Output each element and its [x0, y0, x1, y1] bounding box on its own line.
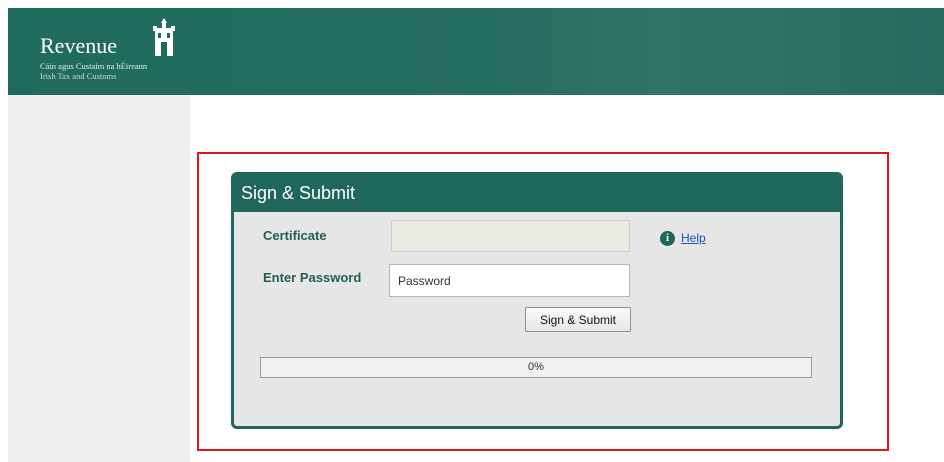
password-label: Enter Password: [263, 270, 362, 285]
certificate-label: Certificate: [263, 228, 327, 243]
site-header: Revenue Cáin agus Custaim na hÉireann Ir…: [8, 8, 944, 95]
brand-subtitle-irish: Cáin agus Custaim na hÉireann: [40, 61, 148, 71]
sign-submit-panel: Sign & Submit Certificate i Help Enter P…: [231, 172, 843, 429]
brand-subtitle-english: Irish Tax and Customs: [40, 71, 117, 81]
info-icon: i: [660, 230, 675, 246]
sign-submit-button[interactable]: Sign & Submit: [525, 307, 631, 332]
castle-icon: [153, 18, 175, 56]
progress-bar: 0%: [260, 357, 812, 378]
password-input[interactable]: [389, 264, 630, 297]
certificate-field: [391, 220, 630, 252]
panel-title: Sign & Submit: [234, 175, 840, 212]
brand-name: Revenue: [40, 33, 117, 58]
help-link[interactable]: Help: [681, 231, 706, 245]
progress-text: 0%: [528, 361, 544, 373]
help-link-group[interactable]: i Help: [660, 230, 706, 246]
left-sidebar: [8, 95, 190, 462]
